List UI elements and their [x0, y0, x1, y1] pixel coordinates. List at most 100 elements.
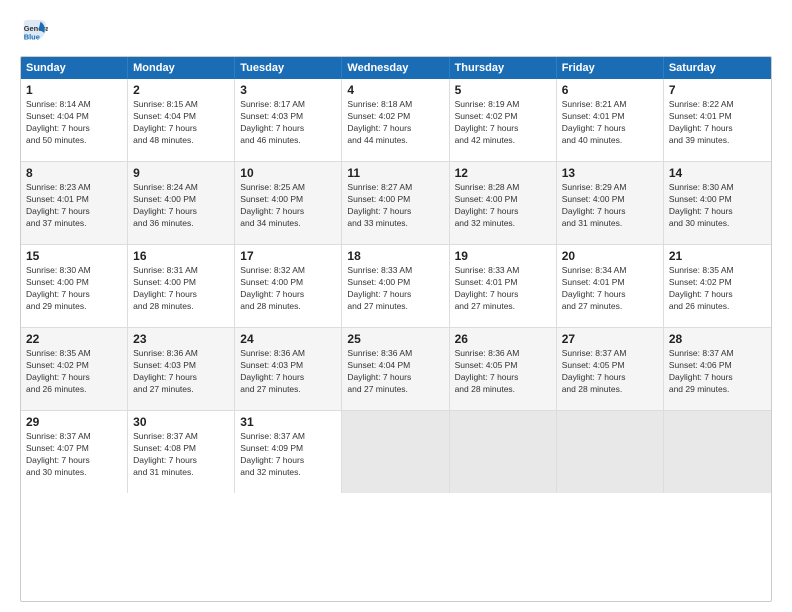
table-row: 12 Sunrise: 8:28 AM Sunset: 4:00 PM Dayli… [450, 162, 557, 244]
table-row: 15 Sunrise: 8:30 AM Sunset: 4:00 PM Dayli… [21, 245, 128, 327]
table-row: 7 Sunrise: 8:22 AM Sunset: 4:01 PM Daylig… [664, 79, 771, 161]
table-row [557, 411, 664, 493]
day-number: 8 [26, 166, 122, 180]
header-day-monday: Monday [128, 57, 235, 79]
day-number: 15 [26, 249, 122, 263]
table-row: 3Sunrise: 8:17 AM Sunset: 4:03 PM Daylig… [235, 79, 342, 161]
table-row: 16Sunrise: 8:31 AM Sunset: 4:00 PM Dayli… [128, 245, 235, 327]
table-row: 18 Sunrise: 8:33 AM Sunset: 4:00 PM Dayli… [342, 245, 449, 327]
day-number: 29 [26, 415, 122, 429]
calendar-header: SundayMondayTuesdayWednesdayThursdayFrid… [21, 57, 771, 79]
table-row [664, 411, 771, 493]
table-row: 5Sunrise: 8:19 AM Sunset: 4:02 PM Daylig… [450, 79, 557, 161]
day-info: Sunrise: 8:18 AM Sunset: 4:02 PM Dayligh… [347, 99, 443, 147]
day-info: Sunrise: 8:23 AM Sunset: 4:01 PM Dayligh… [26, 182, 122, 230]
day-info: Sunrise: 8:33 AM Sunset: 4:00 PM Dayligh… [347, 265, 443, 313]
calendar-row-5: 29 Sunrise: 8:37 AM Sunset: 4:07 PM Dayli… [21, 411, 771, 493]
day-number: 3 [240, 83, 336, 97]
table-row: 25 Sunrise: 8:36 AM Sunset: 4:04 PM Dayli… [342, 328, 449, 410]
day-info: Sunrise: 8:32 AM Sunset: 4:00 PM Dayligh… [240, 265, 336, 313]
header-day-tuesday: Tuesday [235, 57, 342, 79]
calendar-row-1: 1 Sunrise: 8:14 AM Sunset: 4:04 PM Daylig… [21, 79, 771, 162]
day-info: Sunrise: 8:29 AM Sunset: 4:00 PM Dayligh… [562, 182, 658, 230]
table-row: 6 Sunrise: 8:21 AM Sunset: 4:01 PM Daylig… [557, 79, 664, 161]
table-row: 28Sunrise: 8:37 AM Sunset: 4:06 PM Dayli… [664, 328, 771, 410]
day-number: 21 [669, 249, 766, 263]
header-day-sunday: Sunday [21, 57, 128, 79]
table-row: 17 Sunrise: 8:32 AM Sunset: 4:00 PM Dayli… [235, 245, 342, 327]
day-info: Sunrise: 8:35 AM Sunset: 4:02 PM Dayligh… [26, 348, 122, 396]
day-number: 25 [347, 332, 443, 346]
day-info: Sunrise: 8:37 AM Sunset: 4:08 PM Dayligh… [133, 431, 229, 479]
day-number: 9 [133, 166, 229, 180]
table-row: 4 Sunrise: 8:18 AM Sunset: 4:02 PM Daylig… [342, 79, 449, 161]
day-number: 6 [562, 83, 658, 97]
day-number: 10 [240, 166, 336, 180]
table-row: 13 Sunrise: 8:29 AM Sunset: 4:00 PM Dayli… [557, 162, 664, 244]
day-number: 28 [669, 332, 766, 346]
day-number: 4 [347, 83, 443, 97]
day-info: Sunrise: 8:15 AM Sunset: 4:04 PM Dayligh… [133, 99, 229, 147]
day-info: Sunrise: 8:14 AM Sunset: 4:04 PM Dayligh… [26, 99, 122, 147]
day-info: Sunrise: 8:19 AM Sunset: 4:02 PM Dayligh… [455, 99, 551, 147]
day-number: 24 [240, 332, 336, 346]
table-row: 10 Sunrise: 8:25 AM Sunset: 4:00 PM Dayli… [235, 162, 342, 244]
day-number: 23 [133, 332, 229, 346]
calendar-row-2: 8 Sunrise: 8:23 AM Sunset: 4:01 PM Daylig… [21, 162, 771, 245]
header: General Blue [20, 18, 772, 46]
day-info: Sunrise: 8:35 AM Sunset: 4:02 PM Dayligh… [669, 265, 766, 313]
day-number: 7 [669, 83, 766, 97]
day-info: Sunrise: 8:30 AM Sunset: 4:00 PM Dayligh… [26, 265, 122, 313]
day-number: 18 [347, 249, 443, 263]
logo-icon: General Blue [20, 18, 48, 46]
logo: General Blue [20, 18, 48, 46]
table-row: 9 Sunrise: 8:24 AM Sunset: 4:00 PM Daylig… [128, 162, 235, 244]
day-number: 31 [240, 415, 336, 429]
day-number: 20 [562, 249, 658, 263]
svg-text:Blue: Blue [24, 32, 40, 41]
day-info: Sunrise: 8:27 AM Sunset: 4:00 PM Dayligh… [347, 182, 443, 230]
day-info: Sunrise: 8:36 AM Sunset: 4:04 PM Dayligh… [347, 348, 443, 396]
day-number: 27 [562, 332, 658, 346]
table-row: 19 Sunrise: 8:33 AM Sunset: 4:01 PM Dayli… [450, 245, 557, 327]
day-number: 17 [240, 249, 336, 263]
page: General Blue SundayMondayTuesdayWednesda… [0, 0, 792, 612]
day-info: Sunrise: 8:33 AM Sunset: 4:01 PM Dayligh… [455, 265, 551, 313]
day-info: Sunrise: 8:24 AM Sunset: 4:00 PM Dayligh… [133, 182, 229, 230]
day-info: Sunrise: 8:37 AM Sunset: 4:09 PM Dayligh… [240, 431, 336, 479]
day-info: Sunrise: 8:21 AM Sunset: 4:01 PM Dayligh… [562, 99, 658, 147]
table-row: 2Sunrise: 8:15 AM Sunset: 4:04 PM Daylig… [128, 79, 235, 161]
header-day-friday: Friday [557, 57, 664, 79]
calendar-row-3: 15 Sunrise: 8:30 AM Sunset: 4:00 PM Dayli… [21, 245, 771, 328]
day-info: Sunrise: 8:30 AM Sunset: 4:00 PM Dayligh… [669, 182, 766, 230]
table-row [450, 411, 557, 493]
day-info: Sunrise: 8:37 AM Sunset: 4:07 PM Dayligh… [26, 431, 122, 479]
table-row: 29 Sunrise: 8:37 AM Sunset: 4:07 PM Dayli… [21, 411, 128, 493]
header-day-saturday: Saturday [664, 57, 771, 79]
day-number: 26 [455, 332, 551, 346]
day-number: 14 [669, 166, 766, 180]
table-row: 14 Sunrise: 8:30 AM Sunset: 4:00 PM Dayli… [664, 162, 771, 244]
day-info: Sunrise: 8:31 AM Sunset: 4:00 PM Dayligh… [133, 265, 229, 313]
day-info: Sunrise: 8:28 AM Sunset: 4:00 PM Dayligh… [455, 182, 551, 230]
table-row: 30Sunrise: 8:37 AM Sunset: 4:08 PM Dayli… [128, 411, 235, 493]
day-number: 1 [26, 83, 122, 97]
table-row: 21 Sunrise: 8:35 AM Sunset: 4:02 PM Dayli… [664, 245, 771, 327]
day-info: Sunrise: 8:36 AM Sunset: 4:03 PM Dayligh… [240, 348, 336, 396]
day-info: Sunrise: 8:37 AM Sunset: 4:05 PM Dayligh… [562, 348, 658, 396]
day-number: 19 [455, 249, 551, 263]
table-row: 24 Sunrise: 8:36 AM Sunset: 4:03 PM Dayli… [235, 328, 342, 410]
day-number: 12 [455, 166, 551, 180]
table-row: 31 Sunrise: 8:37 AM Sunset: 4:09 PM Dayli… [235, 411, 342, 493]
day-number: 13 [562, 166, 658, 180]
day-info: Sunrise: 8:34 AM Sunset: 4:01 PM Dayligh… [562, 265, 658, 313]
day-info: Sunrise: 8:25 AM Sunset: 4:00 PM Dayligh… [240, 182, 336, 230]
calendar-body: 1 Sunrise: 8:14 AM Sunset: 4:04 PM Daylig… [21, 79, 771, 493]
day-info: Sunrise: 8:36 AM Sunset: 4:03 PM Dayligh… [133, 348, 229, 396]
table-row: 23 Sunrise: 8:36 AM Sunset: 4:03 PM Dayli… [128, 328, 235, 410]
header-day-thursday: Thursday [450, 57, 557, 79]
day-number: 11 [347, 166, 443, 180]
day-info: Sunrise: 8:22 AM Sunset: 4:01 PM Dayligh… [669, 99, 766, 147]
table-row: 11 Sunrise: 8:27 AM Sunset: 4:00 PM Dayli… [342, 162, 449, 244]
day-number: 22 [26, 332, 122, 346]
